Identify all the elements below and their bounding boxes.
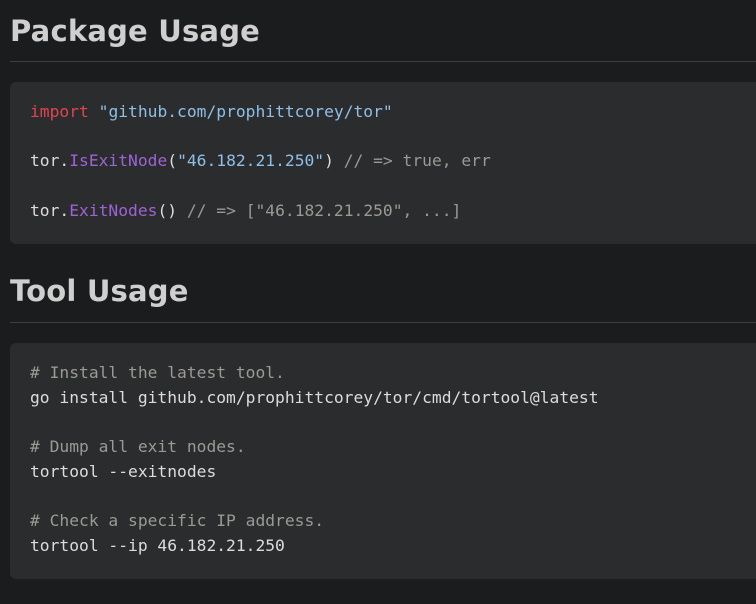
section-heading-tool-usage: Tool Usage: [10, 274, 189, 308]
code-token-plain: (: [167, 151, 178, 171]
code-line: # Install the latest tool.: [30, 361, 756, 386]
code-line: tor.ExitNodes() // => ["46.182.21.250", …: [30, 199, 756, 224]
code-token-comment: # Install the latest tool.: [30, 363, 285, 382]
code-block-tool-usage[interactable]: # Install the latest tool. go install git…: [10, 343, 756, 579]
code-token-func: ExitNodes: [69, 200, 158, 220]
code-token-plain: tor.: [30, 151, 70, 171]
code-token-keyword: import: [30, 102, 89, 121]
code-line: go install github.com/prophittcorey/tor/…: [30, 386, 756, 411]
heading-divider: [10, 61, 756, 62]
code-token-plain: go install github.com/prophittcorey/tor/…: [30, 387, 599, 407]
code-block-package-usage[interactable]: import "github.com/prophittcorey/tor" tor…: [10, 82, 756, 244]
code-token-comment: // => ["46.182.21.250", ...]: [186, 200, 462, 220]
code-line: import "github.com/prophittcorey/tor": [30, 100, 756, 125]
code-token-plain: ): [324, 151, 344, 171]
code-token-comment: // => true, err: [343, 151, 491, 171]
code-token-comment: # Dump all exit nodes.: [30, 437, 246, 457]
code-line: tortool --ip 46.182.21.250: [30, 534, 756, 559]
code-token-plain: tortool --exitnodes: [30, 461, 217, 481]
code-token-string: "github.com/prophittcorey/tor": [98, 102, 393, 121]
code-token-string: "46.182.21.250": [177, 151, 325, 171]
code-line: # Check a specific IP address.: [30, 509, 756, 534]
code-token-func: IsExitNode: [69, 151, 168, 171]
code-line: # Dump all exit nodes.: [30, 435, 756, 460]
code-token-plain: tortool --ip 46.182.21.250: [30, 535, 285, 555]
code-token-plain: (): [157, 200, 187, 220]
code-token-comment: # Check a specific IP address.: [30, 511, 325, 531]
code-token-plain: tor.: [30, 200, 70, 220]
heading-divider: [10, 322, 756, 323]
code-line: tortool --exitnodes: [30, 460, 756, 485]
section-heading-package-usage: Package Usage: [10, 14, 261, 48]
code-line: tor.IsExitNode("46.182.21.250") // => tr…: [30, 149, 756, 174]
